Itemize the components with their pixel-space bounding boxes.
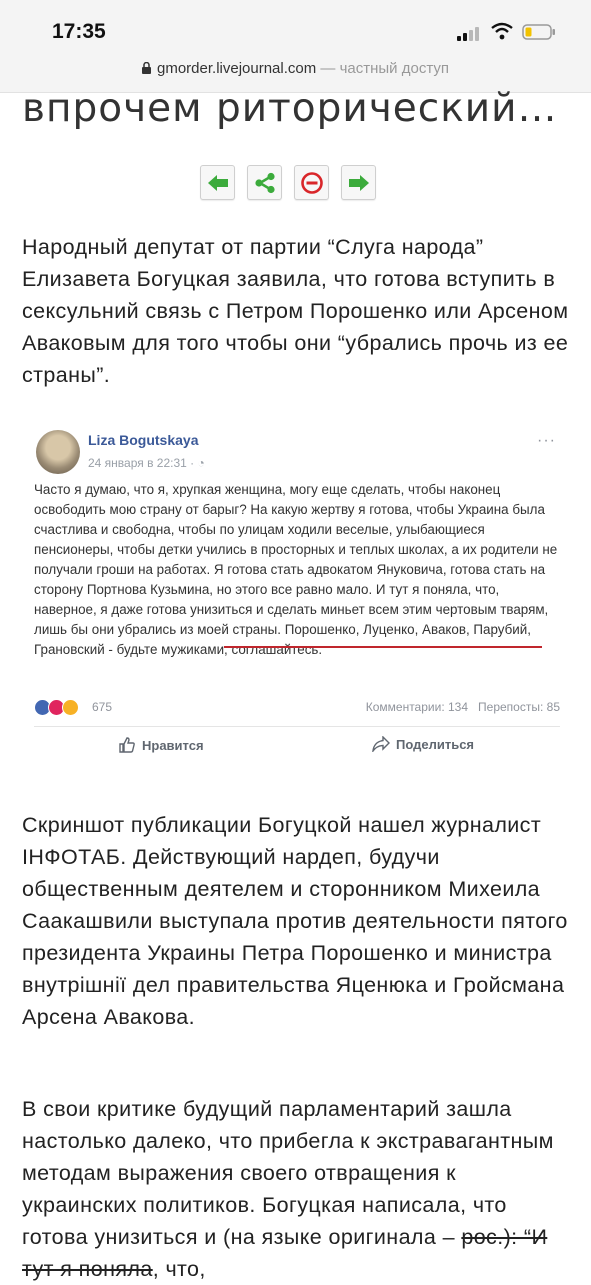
wifi-icon: [491, 22, 513, 40]
lock-icon: [142, 61, 151, 74]
url-access-note: — частный доступ: [320, 60, 449, 77]
embedded-post-image: Liza Bogutskaya 24 января в 22:31 · ◔ ··…: [30, 420, 562, 780]
more-options-icon: ···: [537, 432, 556, 449]
globe-icon: ◔: [197, 456, 205, 470]
minus-circle-icon: [300, 171, 323, 194]
like-action: Нравится: [118, 736, 204, 754]
highlight-underline: [224, 646, 542, 648]
signal-icon: [457, 25, 485, 41]
arrow-right-icon: [348, 174, 369, 191]
like-label: Нравится: [142, 737, 204, 753]
post-reactions: 675 Комментарии: 134 Перепосты: 85: [34, 699, 560, 719]
article-headline: впрочем риторический…: [22, 86, 558, 131]
back-button[interactable]: [200, 165, 235, 200]
haha-reaction-icon: [62, 699, 79, 716]
url-domain: gmorder.livejournal.com: [157, 60, 317, 77]
share-button[interactable]: [247, 165, 282, 200]
post-stats: Комментарии: 134 Перепосты: 85: [366, 700, 560, 714]
post-date: 24 января в 22:31 · ◔: [88, 456, 205, 470]
arrow-left-icon: [207, 174, 228, 191]
reaction-count: 675: [92, 700, 113, 714]
post-date-text: 24 января в 22:31 ·: [88, 456, 198, 470]
post-actions: Нравится Поделиться: [34, 736, 560, 760]
post-text: Часто я думаю, что я, хрупкая женщина, м…: [34, 482, 558, 657]
avatar: [36, 430, 80, 474]
article-paragraph-3: В свои критике будущий парламентарий заш…: [22, 1093, 572, 1285]
reaction-icons: [34, 699, 79, 716]
comments-count: Комментарии: 134: [365, 700, 469, 714]
battery-icon: [522, 24, 555, 40]
forward-button[interactable]: [341, 165, 376, 200]
article-paragraph-2: Скриншот публикации Богуцкой нашел журна…: [22, 813, 568, 1029]
post-divider: [34, 726, 560, 727]
status-bar: 17:35: [0, 0, 591, 54]
url-text: gmorder.livejournal.com — частный доступ: [0, 60, 591, 77]
post-author: Liza Bogutskaya: [88, 432, 199, 448]
share-label: Поделиться: [396, 736, 475, 752]
share-icon: [254, 172, 275, 193]
article-paragraph-1: Народный депутат от партии “Слуга народа…: [22, 235, 569, 387]
shares-count: Перепосты: 85: [478, 700, 560, 714]
entry-nav-buttons: [200, 165, 376, 201]
share-arrow-icon: [372, 736, 390, 752]
paragraph-3-end: , что,: [152, 1257, 206, 1281]
status-time: 17:35: [52, 20, 106, 43]
thumbs-up-icon: [119, 737, 135, 753]
share-action: Поделиться: [372, 736, 474, 752]
ignore-button[interactable]: [294, 165, 329, 200]
